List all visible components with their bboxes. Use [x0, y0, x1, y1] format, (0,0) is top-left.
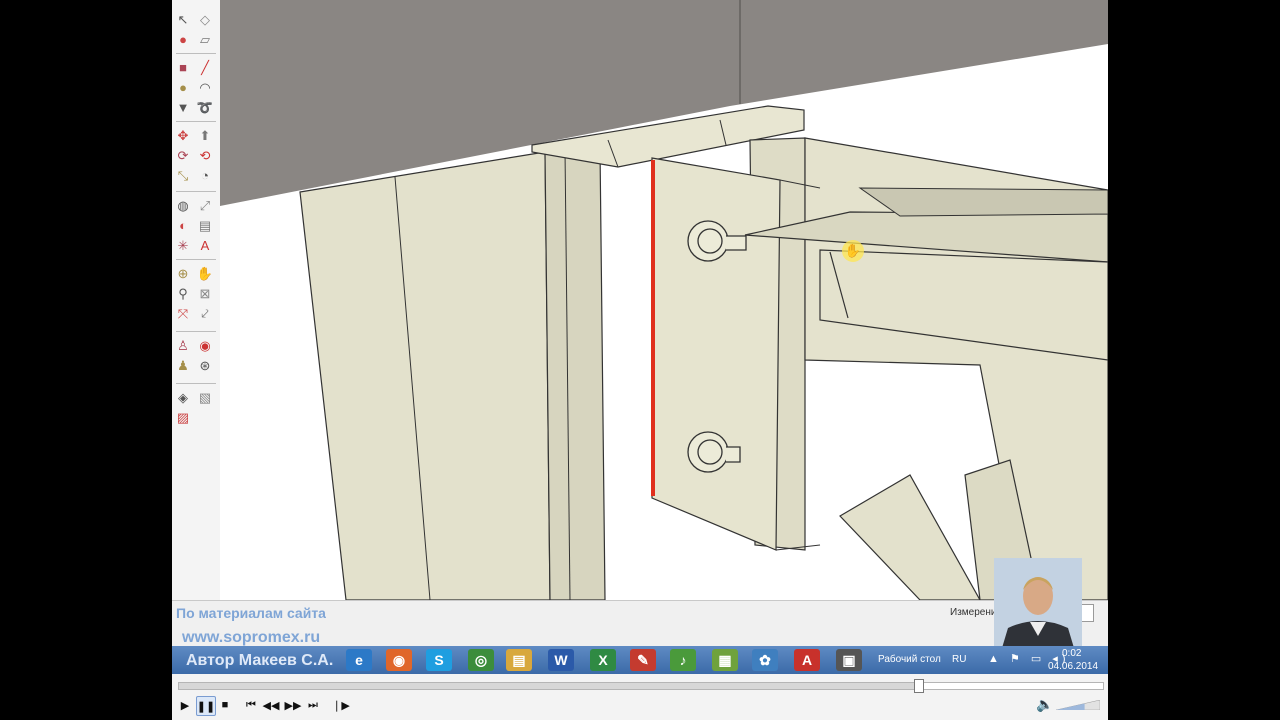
- presenter-webcam: [994, 558, 1082, 648]
- sketchup-icon[interactable]: ✎: [630, 649, 656, 671]
- column-web: [544, 147, 606, 600]
- firefox-icon[interactable]: ◉: [386, 649, 412, 671]
- paint-bucket-icon[interactable]: ●: [174, 30, 192, 48]
- tool-group: ✥ ⬆ ⟳ ⟲ ⤡ ◔: [174, 126, 218, 184]
- model-viewport[interactable]: ✋: [220, 0, 1108, 600]
- windows-taskbar: Автор Макеев С.А. Рабочий стол RU ▲ ⚑ ▭ …: [172, 646, 1108, 674]
- language-indicator[interactable]: RU: [952, 654, 966, 665]
- ie-icon[interactable]: e: [346, 649, 372, 671]
- zoom-icon[interactable]: ⚲: [174, 284, 192, 302]
- component-icon[interactable]: ▱: [196, 30, 214, 48]
- protractor-icon[interactable]: ◐: [174, 216, 192, 234]
- paint-icon[interactable]: ✿: [752, 649, 778, 671]
- section-plane-icon[interactable]: ⊛: [196, 356, 214, 374]
- orbit-icon[interactable]: ⊕: [174, 264, 192, 282]
- tool-group: ⊕ ✋ ⚲ ⊠ ⤧ ⤦: [174, 264, 218, 322]
- tool-group: ↖ ◇ ● ▱: [174, 10, 218, 48]
- stop-icon[interactable]: ■: [216, 696, 234, 714]
- frame-step-icon[interactable]: ❘▶: [332, 696, 350, 714]
- author-credit: Автор Макеев С.А.: [186, 652, 334, 669]
- skip-back-icon[interactable]: ⏮: [242, 696, 260, 714]
- tape-measure-icon[interactable]: ◍: [174, 196, 192, 214]
- media-icon[interactable]: ◎: [468, 649, 494, 671]
- select-icon[interactable]: ↖: [174, 10, 192, 28]
- axes-icon[interactable]: ✳: [174, 236, 192, 254]
- camera-icon[interactable]: ▣: [836, 649, 862, 671]
- arc-icon[interactable]: ◠: [196, 78, 214, 96]
- play-icon[interactable]: ▶: [176, 696, 194, 714]
- left-column-flange: [299, 151, 551, 600]
- move-icon[interactable]: ✥: [174, 126, 192, 144]
- tool-group: ◈ ▧ ▨: [174, 388, 218, 426]
- site-credit-label: По материалам сайта: [176, 605, 326, 621]
- zoom-window-icon[interactable]: ⊠: [196, 284, 214, 302]
- sketchup-tool-palette: ↖ ◇ ● ▱ ■ ╱ ● ◠ ▼ ➰ ✥ ⬆ ⟳ ⟲ ⤡ ◔ ◍ ⤢ ◐ ▤ ✳ A ⊕ ✋ ⚲ ⊠ ⤧ ⤦ ♙ ◉ ♟ ⊛ ◈ ▧ ▨: [172, 0, 221, 600]
- look-around-icon[interactable]: ◉: [196, 336, 214, 354]
- status-bar: По материалам сайта www.sopromex.ru Изме…: [172, 600, 1108, 647]
- toolbar-separator: [176, 331, 216, 332]
- explorer-icon[interactable]: ▤: [506, 649, 532, 671]
- tool-group: ■ ╱ ● ◠ ▼ ➰: [174, 58, 218, 116]
- toolbar-separator: [176, 191, 216, 192]
- volume-slider[interactable]: [1056, 700, 1100, 710]
- excel-icon[interactable]: X: [590, 649, 616, 671]
- beam-flange-back: [858, 187, 1108, 217]
- lyre-icon[interactable]: ♪: [670, 649, 696, 671]
- word-icon[interactable]: W: [548, 649, 574, 671]
- walk-icon[interactable]: ♟: [174, 356, 192, 374]
- previous-view-icon[interactable]: ⤦: [196, 304, 214, 322]
- tool-group: ◍ ⤢ ◐ ▤ ✳ A: [174, 196, 218, 254]
- media-player-controls: ▶ ❚❚ ■ ⏮ ◀◀ ▶▶ ⏭ ❘▶ 🔈: [172, 674, 1108, 720]
- push-pull-icon[interactable]: ⬆: [196, 126, 214, 144]
- offset-icon[interactable]: ◔: [196, 166, 214, 184]
- materials-icon[interactable]: ▧: [196, 388, 214, 406]
- seek-bar[interactable]: [178, 679, 1104, 693]
- polygon-icon[interactable]: ▼: [174, 98, 192, 116]
- circle-icon[interactable]: ●: [174, 78, 192, 96]
- sandbox-icon[interactable]: ◈: [174, 388, 192, 406]
- scale-icon[interactable]: ⤡: [174, 166, 192, 184]
- notes-icon[interactable]: ▦: [712, 649, 738, 671]
- zoom-extents-icon[interactable]: ⤧: [174, 304, 192, 322]
- toolbar-separator: [176, 121, 216, 122]
- desktop-toolbar-label[interactable]: Рабочий стол: [878, 654, 941, 665]
- toolbar-separator: [176, 259, 216, 260]
- pause-icon[interactable]: ❚❚: [196, 696, 216, 716]
- dimension-icon[interactable]: ⤢: [196, 196, 214, 214]
- pencil-icon[interactable]: ╱: [196, 58, 214, 76]
- hand-cursor-icon: ✋: [842, 240, 864, 262]
- eraser-icon[interactable]: ◇: [196, 10, 214, 28]
- steel-connection-model: [220, 0, 1108, 600]
- skip-forward-icon[interactable]: ⏭: [304, 696, 322, 714]
- text-icon[interactable]: ▤: [196, 216, 214, 234]
- rectangle-icon[interactable]: ■: [174, 58, 192, 76]
- fast-forward-icon[interactable]: ▶▶: [284, 696, 302, 714]
- 3d-text-icon[interactable]: A: [196, 236, 214, 254]
- clock-date[interactable]: 04.06.2014: [1048, 661, 1098, 672]
- rewind-icon[interactable]: ◀◀: [262, 696, 280, 714]
- rotate-icon[interactable]: ⟳: [174, 146, 192, 164]
- toolbar-separator: [176, 53, 216, 54]
- volume-icon[interactable]: 🔈: [1036, 696, 1053, 713]
- toolbar-separator: [176, 383, 216, 384]
- end-plate: [651, 157, 781, 551]
- diagonal-brace: [839, 474, 981, 600]
- seek-progress: [179, 683, 919, 689]
- pan-icon[interactable]: ✋: [196, 264, 214, 282]
- freehand-icon[interactable]: ➰: [196, 98, 214, 116]
- position-camera-icon[interactable]: ♙: [174, 336, 192, 354]
- acrobat-icon[interactable]: A: [794, 649, 820, 671]
- styles-icon[interactable]: ▨: [174, 408, 192, 426]
- follow-me-icon[interactable]: ⟲: [196, 146, 214, 164]
- site-url[interactable]: www.sopromex.ru: [182, 629, 320, 647]
- tool-group: ♙ ◉ ♟ ⊛: [174, 336, 218, 374]
- skype-icon[interactable]: S: [426, 649, 452, 671]
- screen-recording-frame: ↖ ◇ ● ▱ ■ ╱ ● ◠ ▼ ➰ ✥ ⬆ ⟳ ⟲ ⤡ ◔ ◍ ⤢ ◐ ▤ ✳ A ⊕ ✋ ⚲ ⊠ ⤧ ⤦ ♙ ◉ ♟ ⊛ ◈ ▧ ▨: [172, 0, 1108, 720]
- seek-thumb[interactable]: [914, 679, 925, 693]
- clock-time[interactable]: 0:02: [1062, 648, 1081, 659]
